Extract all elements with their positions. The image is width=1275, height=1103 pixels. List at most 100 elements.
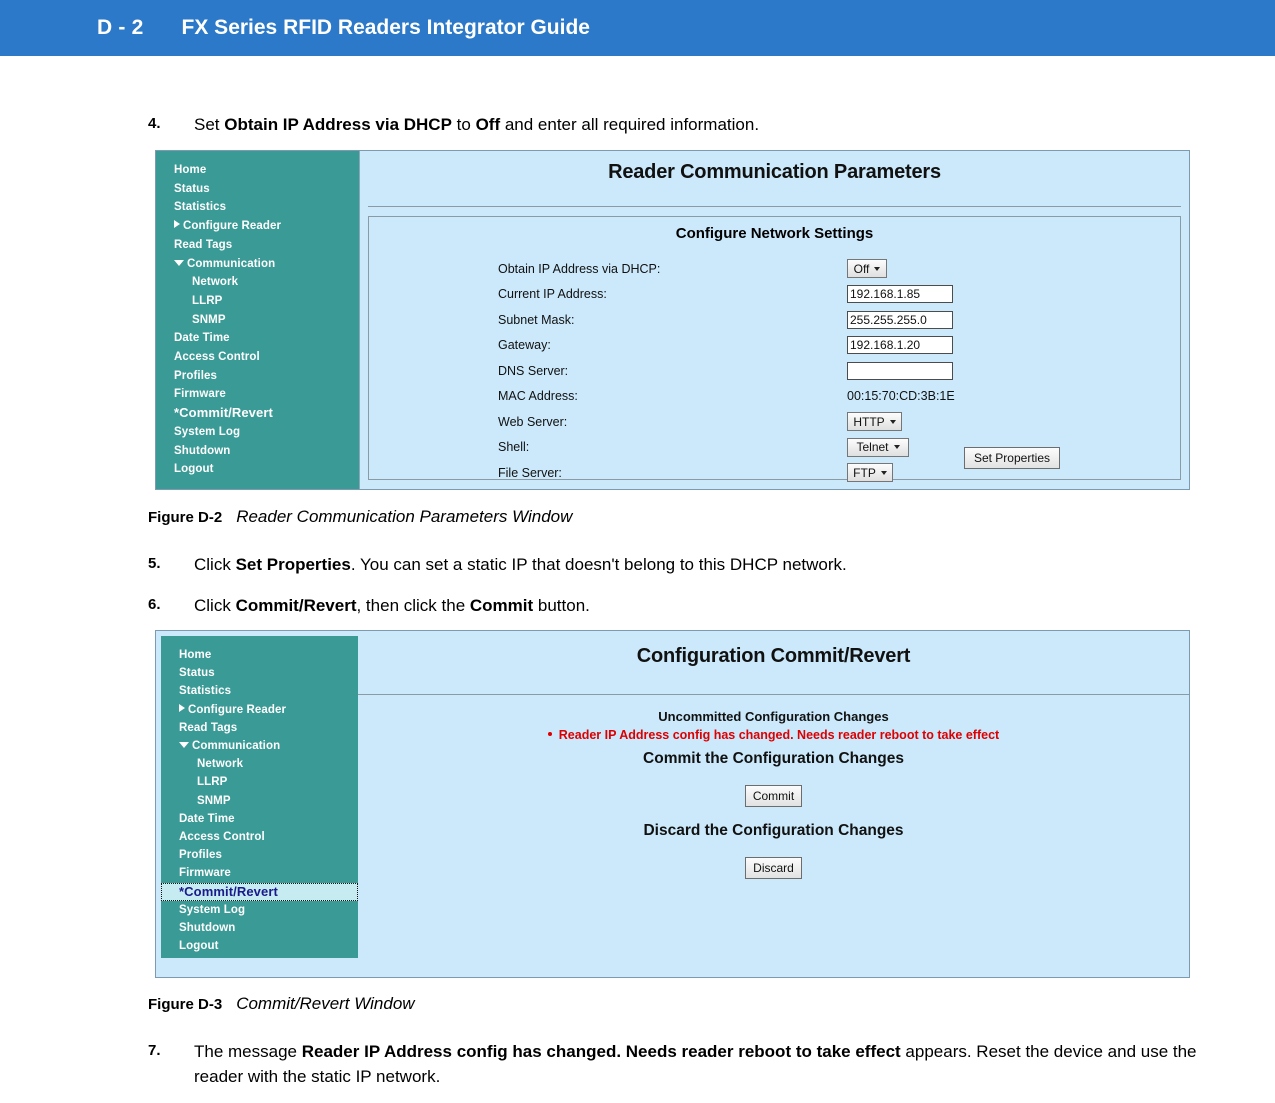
field-label: Shell: <box>498 440 530 455</box>
page-folio: D - 2 <box>97 16 144 39</box>
sidebar-item-status[interactable]: Status <box>161 664 358 682</box>
sidebar-item-access-control[interactable]: Access Control <box>156 348 359 367</box>
discard-button-wrap: Discard <box>358 857 1189 879</box>
sidebar-item-commit-revert[interactable]: *Commit/Revert <box>156 404 359 423</box>
sidebar-item-label: Read Tags <box>174 238 233 251</box>
sidebar-item-firmware[interactable]: Firmware <box>156 385 359 404</box>
chevron-down-icon[interactable] <box>174 259 184 266</box>
sidebar-item-firmware[interactable]: Firmware <box>161 864 358 882</box>
sidebar-item-label: Date Time <box>174 332 230 345</box>
form-row: File Server: FTP <box>498 460 1180 486</box>
sidebar-item-communication[interactable]: Communication <box>156 255 359 274</box>
sidebar-item-llrp[interactable]: LLRP <box>161 773 358 791</box>
sidebar-item-label: Network <box>192 276 239 289</box>
sidebar-item-label: System Log <box>179 903 246 916</box>
commit-revert-title: Configuration Commit/Revert <box>636 645 911 667</box>
discard-button[interactable]: Discard <box>745 857 802 879</box>
sidebar-item-date-time[interactable]: Date Time <box>156 329 359 348</box>
sidebar-item-snmp[interactable]: SNMP <box>161 792 358 810</box>
web-server-dropdown[interactable]: HTTP <box>847 412 902 432</box>
sidebar-item-read-tags[interactable]: Read Tags <box>156 236 359 255</box>
chevron-down-icon[interactable] <box>179 742 189 749</box>
body-text: and enter all required information. <box>500 115 760 134</box>
set-properties-button[interactable]: Set Properties <box>963 447 1060 469</box>
field-label: Gateway: <box>498 338 551 353</box>
reader-nav-sidebar-2[interactable]: Home Status Statistics Configure Reader Read… <box>161 636 358 958</box>
guide-title: FX Series RFID Readers Integrator Guide <box>181 16 590 39</box>
sidebar-item-statistics[interactable]: Statistics <box>156 198 359 217</box>
page-header: D - 2 FX Series RFID Readers Integrator … <box>0 0 1275 56</box>
commit-revert-main-panel: Configuration Commit/Revert Uncommitted … <box>358 631 1189 977</box>
sidebar-item-date-time[interactable]: Date Time <box>161 810 358 828</box>
sidebar-item-system-log[interactable]: System Log <box>161 901 358 919</box>
uncommitted-changes-label: Uncommitted Configuration Changes <box>658 709 889 724</box>
field-label: Web Server: <box>498 414 568 429</box>
chevron-right-icon[interactable] <box>179 703 185 712</box>
field-label: MAC Address: <box>498 389 578 404</box>
sidebar-item-system-log[interactable]: System Log <box>156 423 359 442</box>
sidebar-item-label: Status <box>174 182 210 195</box>
step-6-text: Click Commit/Revert, then click the Comm… <box>194 593 590 618</box>
dns-server-input[interactable] <box>847 361 953 380</box>
commit-revert-window: Home Status Statistics Configure Reader Read… <box>155 630 1190 978</box>
field-label: DNS Server: <box>498 363 569 378</box>
emphasis-text: Commit <box>469 596 534 615</box>
obtain-ip-address-via-dhcp-dropdown[interactable]: Off <box>847 259 887 279</box>
step-4: 4. Set Obtain IP Address via DHCP to Off… <box>0 112 1275 137</box>
field-label: File Server: <box>498 465 562 480</box>
sidebar-item-label: Logout <box>179 940 219 953</box>
sidebar-item-configure-reader[interactable]: Configure Reader <box>156 217 359 236</box>
chevron-right-icon[interactable] <box>174 220 180 229</box>
sidebar-item-home[interactable]: Home <box>161 646 358 664</box>
emphasis-text: Obtain IP Address via DHCP <box>224 115 452 134</box>
figure-d3-title: Commit/Revert Window <box>236 994 415 1013</box>
sidebar-item-status[interactable]: Status <box>156 180 359 199</box>
sidebar-item-statistics[interactable]: Statistics <box>161 682 358 700</box>
body-text: Click <box>194 596 236 615</box>
sidebar-item-label: Configure Reader <box>183 220 282 233</box>
sidebar-item-label: Statistics <box>179 685 232 698</box>
sidebar-item-profiles[interactable]: Profiles <box>156 367 359 386</box>
step-7: 7. The message Reader IP Address config … <box>0 1039 1275 1089</box>
commit-button[interactable]: Commit <box>745 785 802 807</box>
sidebar-item-label: Communication <box>187 257 276 270</box>
configure-network-settings-panel: Configure Network Settings Obtain IP Add… <box>368 216 1181 483</box>
emphasis-text: Commit/Revert <box>235 596 357 615</box>
sidebar-item-label: Shutdown <box>179 922 236 935</box>
sidebar-item-shutdown[interactable]: Shutdown <box>156 442 359 461</box>
sidebar-item-network[interactable]: Network <box>161 755 358 773</box>
reader-comm-title: Reader Communication Parameters <box>608 161 941 183</box>
file-server-dropdown[interactable]: FTP <box>847 463 893 483</box>
sidebar-item-logout[interactable]: Logout <box>161 937 358 955</box>
sidebar-item-communication[interactable]: Communication <box>161 737 358 755</box>
sidebar-item-read-tags[interactable]: Read Tags <box>161 719 358 737</box>
sidebar-item-access-control[interactable]: Access Control <box>161 828 358 846</box>
subnet-mask-input[interactable] <box>847 310 953 329</box>
current-ip-address-input[interactable] <box>847 285 953 304</box>
sidebar-item-llrp[interactable]: LLRP <box>156 292 359 311</box>
reader-nav-sidebar-1[interactable]: Home Status Statistics Configure Reader Read… <box>156 151 359 489</box>
sidebar-item-label: System Log <box>174 425 241 438</box>
set-properties-wrap: Set Properties <box>963 447 1060 469</box>
sidebar-item-network[interactable]: Network <box>156 273 359 292</box>
sidebar-item-label: LLRP <box>192 294 223 307</box>
shell-dropdown[interactable]: Telnet <box>847 437 909 457</box>
mac-address-value: 00:15:70:CD:3B:1E <box>847 389 955 404</box>
sidebar-item-snmp[interactable]: SNMP <box>156 311 359 330</box>
gateway-input[interactable] <box>847 336 953 355</box>
sidebar-item-shutdown[interactable]: Shutdown <box>161 919 358 937</box>
sidebar-item-profiles[interactable]: Profiles <box>161 846 358 864</box>
field-label: Obtain IP Address via DHCP: <box>498 261 661 276</box>
sidebar-item-logout[interactable]: Logout <box>156 460 359 479</box>
chevron-down-icon <box>874 266 881 271</box>
sidebar-item-home[interactable]: Home <box>156 161 359 180</box>
sidebar-item-commit-revert[interactable]: *Commit/Revert <box>161 882 358 901</box>
emphasis-text: Reader IP Address config has changed. Ne… <box>301 1042 901 1061</box>
sidebar-item-configure-reader[interactable]: Configure Reader <box>161 701 358 719</box>
dropdown-value: Off <box>853 261 870 276</box>
uncommitted-change-alert: Reader IP Address config has changed. Ne… <box>358 728 1189 742</box>
dropdown-value: Telnet <box>856 440 889 455</box>
dropdown-value: HTTP <box>853 414 885 429</box>
figure-d2-caption: Figure D-2 Reader Communication Parameter… <box>0 507 1275 528</box>
field-label: Subnet Mask: <box>498 312 575 327</box>
